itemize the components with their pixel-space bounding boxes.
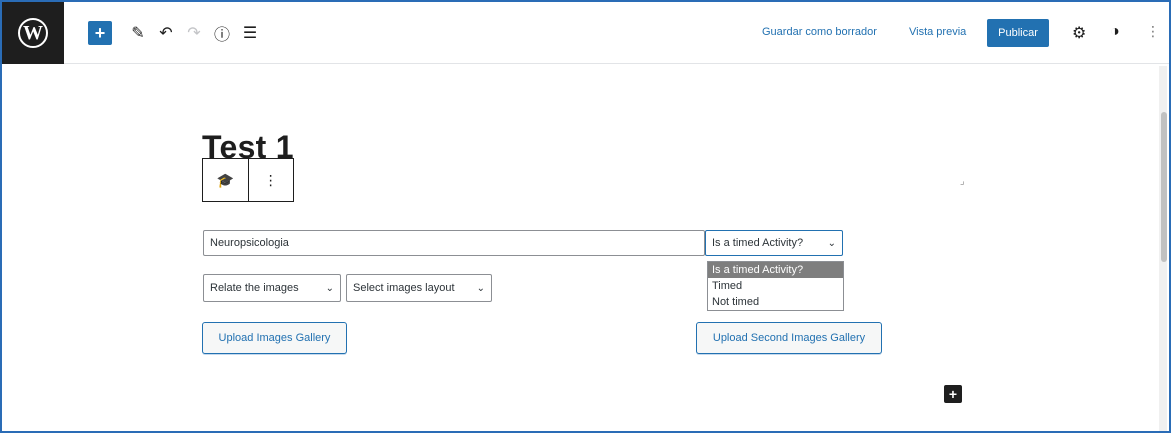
dropdown-option[interactable]: Timed	[708, 278, 843, 294]
publish-button[interactable]: Publicar	[987, 19, 1049, 47]
layout-select-value: Select images layout	[353, 282, 455, 294]
save-draft-button[interactable]: Guardar como borrador	[762, 26, 877, 38]
graduation-cap-icon[interactable]: 🎓	[203, 159, 248, 201]
editor-window: W + ✎ ↶ ↷ ⓘ ☰ Guardar como borrador Vist…	[0, 0, 1171, 433]
top-toolbar: W + ✎ ↶ ↷ ⓘ ☰ Guardar como borrador Vist…	[2, 2, 1169, 64]
preview-button[interactable]: Vista previa	[909, 26, 966, 38]
more-options-icon[interactable]: ⋮	[1146, 23, 1160, 40]
redo-icon[interactable]: ↷	[182, 21, 206, 45]
resize-handle-icon[interactable]: ⌟	[960, 176, 965, 187]
dropdown-option[interactable]: Is a timed Activity?	[708, 262, 843, 278]
timed-activity-dropdown: Is a timed Activity? Timed Not timed	[707, 261, 844, 311]
relate-select-value: Relate the images	[210, 282, 299, 294]
block-options-icon[interactable]: ⋮	[248, 159, 293, 201]
scrollbar-thumb[interactable]	[1161, 112, 1167, 262]
plugin-icon[interactable]: ◑	[1110, 23, 1120, 41]
upload-second-images-gallery-button[interactable]: Upload Second Images Gallery	[696, 322, 882, 354]
wordpress-logo[interactable]: W	[2, 2, 64, 64]
upload-images-gallery-button[interactable]: Upload Images Gallery	[202, 322, 347, 354]
chevron-down-icon: ⌄	[827, 237, 836, 249]
pencil-icon[interactable]: ✎	[126, 21, 150, 45]
undo-icon[interactable]: ↶	[154, 21, 178, 45]
info-icon[interactable]: ⓘ	[210, 21, 234, 45]
chevron-down-icon: ⌄	[325, 282, 334, 294]
category-input[interactable]: Neuropsicologia	[203, 230, 705, 256]
add-block-inline-button[interactable]: +	[944, 385, 962, 403]
relate-images-select[interactable]: Relate the images ⌄	[203, 274, 341, 302]
timed-activity-select[interactable]: Is a timed Activity? ⌄	[705, 230, 843, 256]
add-block-button[interactable]: +	[88, 21, 112, 45]
settings-gear-icon[interactable]: ⚙	[1072, 23, 1086, 43]
list-view-icon[interactable]: ☰	[238, 21, 262, 45]
block-toolbar: 🎓 ⋮	[202, 158, 294, 202]
images-layout-select[interactable]: Select images layout ⌄	[346, 274, 492, 302]
chevron-down-icon: ⌄	[476, 282, 485, 294]
dropdown-option[interactable]: Not timed	[708, 294, 843, 310]
wordpress-icon: W	[18, 18, 48, 48]
timed-select-value: Is a timed Activity?	[712, 237, 804, 249]
